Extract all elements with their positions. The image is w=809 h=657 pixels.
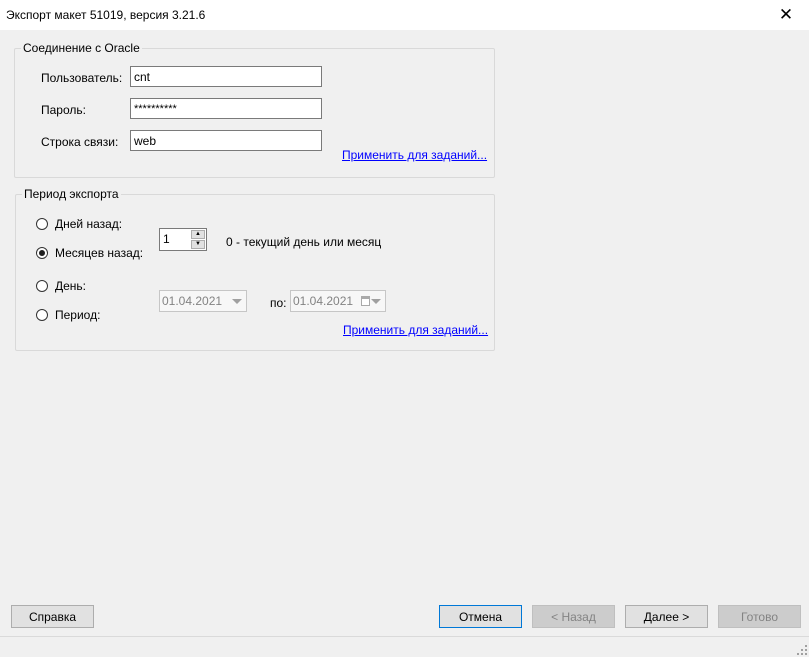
period-hint: 0 - текущий день или месяц: [226, 235, 382, 249]
months-stepper[interactable]: 1 ▲ ▼: [159, 228, 207, 251]
radio-days-back-indicator: [36, 218, 48, 230]
status-divider: [0, 636, 809, 637]
user-input[interactable]: [130, 66, 322, 87]
radio-day-indicator: [36, 280, 48, 292]
date-to-picker[interactable]: 01.04.2021: [290, 290, 386, 312]
close-icon: ✕: [778, 5, 794, 24]
period-apply-link[interactable]: Применить для заданий...: [343, 323, 488, 337]
next-button[interactable]: Далее >: [625, 605, 708, 628]
radio-months-back-indicator: [36, 247, 48, 259]
radio-period-indicator: [36, 309, 48, 321]
calendar-icon: [361, 296, 370, 306]
user-label: Пользователь:: [41, 71, 123, 85]
finish-button[interactable]: Готово: [718, 605, 801, 628]
stepper-up-icon[interactable]: ▲: [191, 230, 205, 239]
months-value: 1: [163, 232, 170, 246]
chevron-down-icon: [371, 299, 381, 304]
help-button[interactable]: Справка: [11, 605, 94, 628]
date-from-picker[interactable]: 01.04.2021: [159, 290, 247, 312]
cancel-button[interactable]: Отмена: [439, 605, 522, 628]
radio-months-back[interactable]: Месяцев назад:: [36, 246, 143, 260]
chevron-down-icon: [232, 299, 242, 304]
window-title: Экспорт макет 51019, версия 3.21.6: [6, 8, 206, 22]
password-label: Пароль:: [41, 103, 86, 117]
radio-days-back[interactable]: Дней назад:: [36, 217, 122, 231]
title-bar: Экспорт макет 51019, версия 3.21.6 ✕: [0, 0, 809, 30]
date-from-value: 01.04.2021: [162, 294, 223, 308]
radio-days-back-label: Дней назад:: [55, 217, 123, 231]
radio-period-label: Период:: [55, 308, 101, 322]
radio-day[interactable]: День:: [36, 279, 86, 293]
date-to-value: 01.04.2021: [293, 294, 354, 308]
close-button[interactable]: ✕: [763, 0, 809, 30]
password-input[interactable]: [130, 98, 322, 119]
radio-period[interactable]: Период:: [36, 308, 100, 322]
oracle-apply-link[interactable]: Применить для заданий...: [342, 148, 487, 162]
resize-grip-icon[interactable]: [797, 645, 807, 655]
connection-input[interactable]: [130, 130, 322, 151]
connection-label: Строка связи:: [41, 135, 119, 149]
radio-day-label: День:: [55, 279, 87, 293]
stepper-buttons: ▲ ▼: [191, 230, 205, 249]
period-group-legend: Период экспорта: [22, 187, 121, 201]
oracle-group-legend: Соединение с Oracle: [21, 41, 142, 55]
radio-months-back-label: Месяцев назад:: [55, 246, 144, 260]
stepper-down-icon[interactable]: ▼: [191, 240, 205, 249]
back-button[interactable]: < Назад: [532, 605, 615, 628]
date-to-label: по:: [270, 296, 287, 310]
